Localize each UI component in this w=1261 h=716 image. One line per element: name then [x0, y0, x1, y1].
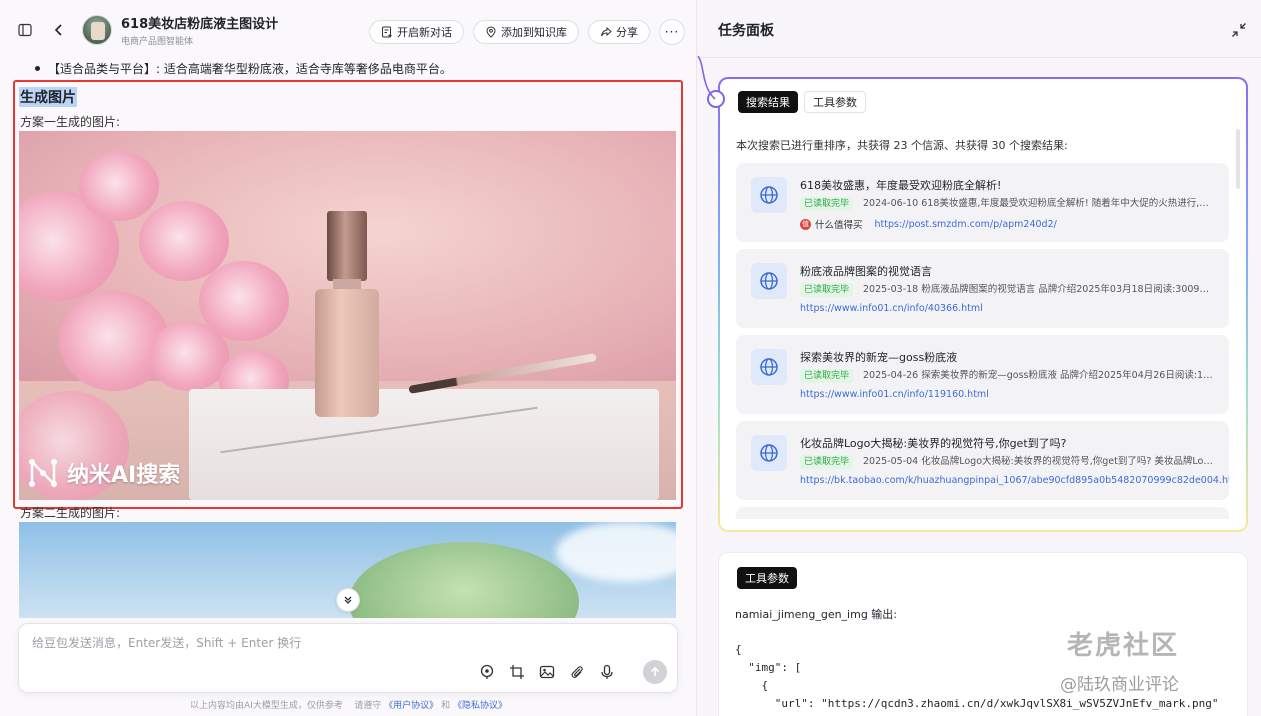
result-snippet: 2025-03-18 粉底液品牌图案的视觉语言 品牌介绍2025年03月18日阅… — [863, 284, 1213, 295]
status-badge: 已读取完毕 — [800, 455, 854, 469]
location-pin-icon — [486, 26, 496, 38]
connector-line — [697, 56, 716, 100]
result-source: 值什么值得买 — [800, 218, 863, 231]
image-icon[interactable] — [539, 664, 555, 680]
message-area: 【适合品类与平台】: 适合高端奢华型粉底液，适合寺库等奢侈品电商平台。 生成图片… — [0, 58, 697, 618]
brand-watermark-text: 老虎社区 — [1066, 631, 1179, 661]
nami-watermark-text: 纳米AI搜索 — [67, 463, 181, 488]
new-chat-button[interactable]: 开启新对话 — [369, 20, 464, 44]
plan2-label: 方案二生成的图片: — [20, 506, 121, 520]
result-snippet: 2025-05-04 化妆品牌Logo大揭秘:美妆界的视觉符号,你get到了吗?… — [863, 456, 1213, 467]
nami-logo-icon — [29, 459, 57, 487]
search-result-item[interactable]: 粉底液品牌图案的视觉语言 已读取完毕 2025-03-18 粉底液品牌图案的视觉… — [736, 249, 1229, 328]
attachment-icon[interactable] — [569, 664, 585, 680]
microphone-icon[interactable] — [599, 664, 615, 680]
send-button[interactable] — [643, 660, 667, 684]
globe-icon — [751, 263, 787, 299]
title-block: 618美妆店粉底液主图设计 电商产品图智能体 — [121, 13, 278, 47]
more-options-icon[interactable]: ··· — [659, 19, 685, 45]
tab-search-results[interactable]: 搜索结果 — [738, 91, 798, 113]
share-icon — [601, 26, 612, 37]
brand-watermark: 老虎社区 @陆玖商业评论 — [1060, 625, 1179, 695]
result-url[interactable]: https://www.info01.cn/info/40366.html — [800, 303, 983, 314]
arrow-up-icon — [650, 666, 660, 676]
user-agreement-link[interactable]: 《用户协议》 — [384, 701, 438, 711]
ai-disclaimer: 以上内容均由AI大模型生成，仅供参考 请遵守 《用户协议》 和 《隐私协议》 — [190, 701, 507, 711]
share-label: 分享 — [616, 26, 638, 39]
add-knowledge-button[interactable]: 添加到知识库 — [473, 20, 579, 44]
generated-image-1[interactable]: 纳米AI搜索 — [19, 131, 676, 500]
skill-icon[interactable] — [479, 664, 495, 680]
agent-avatar — [82, 15, 112, 45]
back-icon[interactable] — [48, 19, 70, 41]
tool-params-tab[interactable]: 工具参数 — [737, 567, 797, 589]
privacy-link[interactable]: 《隐私协议》 — [453, 701, 507, 711]
new-chat-label: 开启新对话 — [397, 26, 452, 39]
result-title[interactable]: 粉底液品牌图案的视觉语言 — [800, 263, 932, 279]
section-title: 生成图片 — [19, 87, 77, 107]
new-chat-icon — [382, 26, 392, 38]
share-button[interactable]: 分享 — [588, 20, 650, 44]
result-title[interactable]: 618美妆盛惠，年度最受欢迎粉底全解析! — [800, 177, 1001, 193]
globe-icon — [751, 177, 787, 213]
chat-header: 618美妆店粉底液主图设计 电商产品图智能体 开启新对话 添加到知识库 分享 ·… — [0, 0, 697, 60]
result-url[interactable]: https://www.info01.cn/info/119160.html — [800, 389, 989, 400]
composer-placeholder[interactable]: 给豆包发送消息，Enter发送，Shift + Enter 换行 — [32, 634, 301, 651]
result-title[interactable]: 探索美妆界的新宠—goss粉底液 — [800, 349, 957, 365]
search-summary: 本次搜索已进行重排序，共获得 23 个信源、共获得 30 个搜索结果: — [736, 139, 1068, 152]
chevron-down-icon — [344, 596, 352, 604]
plan1-label: 方案一生成的图片: — [20, 115, 121, 129]
result-tabs: 搜索结果 工具参数 — [738, 91, 866, 113]
panel-title: 任务面板 — [718, 23, 774, 39]
status-badge: 已读取完毕 — [800, 197, 854, 211]
page-title: 618美妆店粉底液主图设计 — [121, 17, 279, 32]
result-snippet: 2025-04-26 探索美妆界的新宠—goss粉底液 品牌介绍2025年04月… — [863, 370, 1213, 381]
source-logo-icon: 值 — [800, 218, 811, 230]
globe-icon — [751, 435, 787, 471]
search-results-card: 搜索结果 工具参数 本次搜索已进行重排序，共获得 23 个信源、共获得 30 个… — [718, 77, 1248, 532]
tab-tool-params[interactable]: 工具参数 — [804, 91, 866, 113]
search-result-item[interactable]: 化妆品牌Logo大揭秘:美妆界的视觉符号,你get到了吗? 已读取完毕 2025… — [736, 421, 1229, 500]
crop-icon[interactable] — [509, 664, 525, 680]
header-actions: 开启新对话 添加到知识库 分享 ··· — [369, 19, 685, 45]
result-title[interactable]: 化妆品牌Logo大揭秘:美妆界的视觉符号,你get到了吗? — [800, 435, 1066, 451]
composer-tools — [479, 664, 615, 680]
result-url[interactable]: https://post.smzdm.com/p/apm240d2/ — [875, 219, 1057, 230]
chat-pane: 618美妆店粉底液主图设计 电商产品图智能体 开启新对话 添加到知识库 分享 ·… — [0, 0, 697, 716]
search-result-item[interactable]: 探索美妆界的新宠—goss粉底液 已读取完毕 2025-04-26 探索美妆界的… — [736, 335, 1229, 414]
nami-watermark: 纳米AI搜索 — [27, 457, 180, 489]
status-badge: 已读取完毕 — [800, 369, 854, 383]
agent-subtitle: 电商产品图智能体 — [121, 37, 194, 47]
author-watermark-text: @陆玖商业评论 — [1060, 675, 1179, 695]
add-knowledge-label: 添加到知识库 — [501, 26, 567, 39]
task-panel: 任务面板 搜索结果 工具参数 本次搜索已进行重排序，共获得 23 个信源、共获得… — [698, 0, 1261, 716]
search-result-item[interactable]: 618美妆盛惠，年度最受欢迎粉底全解析! 已读取完毕 2024-06-10 61… — [736, 163, 1229, 242]
results-list: 618美妆盛惠，年度最受欢迎粉底全解析! 已读取完毕 2024-06-10 61… — [736, 163, 1229, 519]
results-scrollbar[interactable] — [1236, 129, 1240, 189]
globe-icon — [751, 349, 787, 385]
sidebar-toggle-icon[interactable] — [14, 19, 36, 41]
result-snippet: 2024-06-10 618美妆盛惠,年度最受欢迎粉底全解析! 随着年中大促的火… — [863, 198, 1213, 209]
message-composer[interactable]: 给豆包发送消息，Enter发送，Shift + Enter 换行 — [18, 623, 678, 693]
platform-bullet: 【适合品类与平台】: 适合高端奢华型粉底液，适合寺库等奢侈品电商平台。 — [35, 62, 452, 76]
tool-output-label: namiai_jimeng_gen_img 输出: — [735, 608, 898, 621]
collapse-icon[interactable] — [1231, 22, 1247, 38]
scroll-down-button[interactable] — [336, 588, 360, 612]
search-result-item[interactable] — [736, 507, 1229, 519]
status-badge: 已读取完毕 — [800, 283, 854, 297]
foundation-bottle — [315, 211, 379, 417]
result-url[interactable]: https://bk.taobao.com/k/huazhuangpinpai_… — [800, 475, 1229, 486]
